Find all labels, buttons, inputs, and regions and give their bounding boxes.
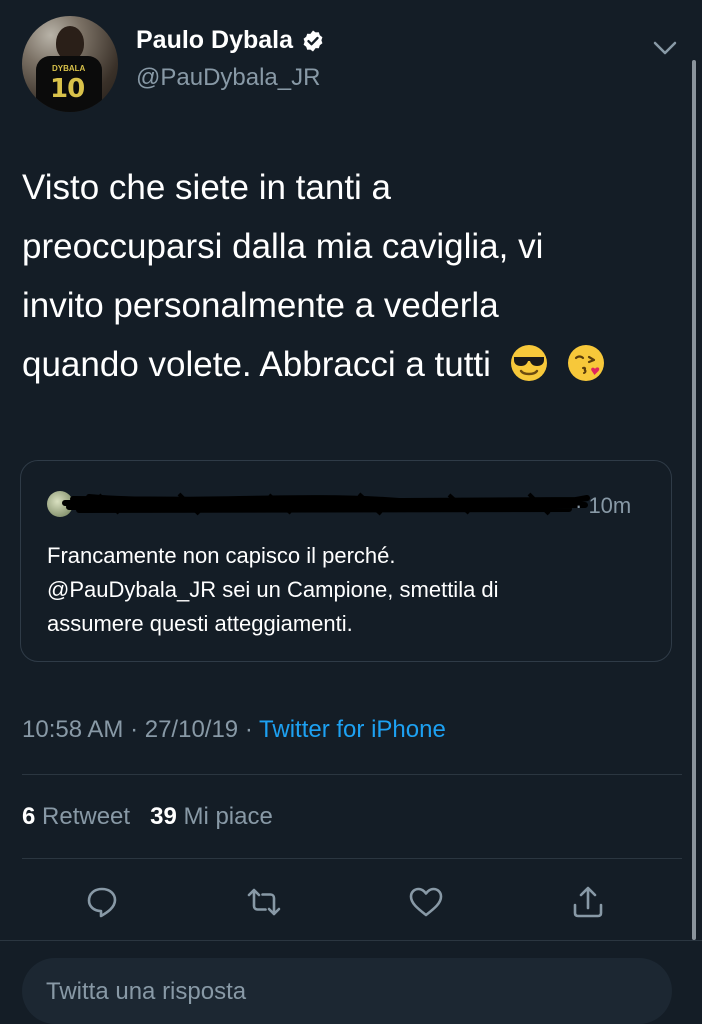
redaction-scribble [62, 492, 590, 516]
tweet-text: Visto che siete in tanti a preoccuparsi … [22, 158, 682, 394]
avatar-jersey-name: DYBALA [52, 64, 86, 73]
retweet-icon[interactable] [246, 884, 282, 920]
author-avatar[interactable]: DYBALA 10 [22, 16, 118, 112]
smiling-face-with-sunglasses-icon [510, 345, 547, 381]
likes-count[interactable]: 39 [150, 803, 177, 830]
tweet-text-line: preoccuparsi dalla mia caviglia, vi [22, 227, 544, 266]
author-name-row[interactable]: Paulo Dybala [136, 26, 325, 55]
tweet-text-line: quando volete. Abbracci a tutti [22, 345, 491, 384]
tweet-stats: 6 Retweet 39 Mi piace [22, 803, 273, 831]
quoted-text-line: @PauDybala_JR sei un Campione, smettila … [47, 577, 499, 602]
reply-placeholder: Twitta una risposta [46, 978, 247, 1005]
divider [22, 858, 682, 859]
divider [0, 940, 702, 941]
reply-input[interactable]: Twitta una risposta [22, 958, 672, 1024]
author-name[interactable]: Paulo Dybala [136, 26, 293, 55]
tweet-detail-screen: DYBALA 10 Paulo Dybala @PauDybala_JR Vis… [0, 0, 702, 1024]
quoted-tweet-text: Francamente non capisco il perché. @PauD… [47, 539, 657, 641]
retweets-label[interactable]: Retweet [42, 803, 130, 830]
share-icon[interactable] [570, 884, 606, 920]
divider [22, 774, 682, 775]
tweet-source-link[interactable]: Twitter for iPhone [259, 716, 446, 743]
tweet-text-line-last: quando volete. Abbracci a tutti [22, 335, 682, 394]
face-blowing-a-kiss-icon [568, 345, 605, 381]
author-handle[interactable]: @PauDybala_JR [136, 64, 320, 92]
tweet-meta: 10:58 AM · 27/10/19 · Twitter for iPhone [22, 716, 446, 744]
avatar-head-shape [56, 26, 84, 60]
like-icon[interactable] [408, 884, 444, 920]
reply-icon[interactable] [84, 884, 120, 920]
quoted-text-line: Francamente non capisco il perché. [47, 543, 396, 568]
quoted-text-line: assumere questi atteggiamenti. [47, 611, 353, 636]
quoted-tweet[interactable]: · 10m Francamente non capisco il perché.… [20, 460, 672, 662]
scrollbar[interactable] [692, 60, 696, 940]
avatar-jersey-number: 10 [50, 74, 85, 104]
tweet-timestamp: 10:58 AM · 27/10/19 · [22, 716, 260, 743]
tweet-text-line: invito personalmente a vederla [22, 286, 499, 325]
likes-label[interactable]: Mi piace [183, 803, 272, 830]
retweets-count[interactable]: 6 [22, 803, 35, 830]
tweet-text-line: Visto che siete in tanti a [22, 168, 392, 207]
quoted-tweet-time: · 10m [575, 493, 632, 518]
chevron-down-icon[interactable] [652, 38, 678, 58]
verified-badge-icon [303, 30, 323, 51]
